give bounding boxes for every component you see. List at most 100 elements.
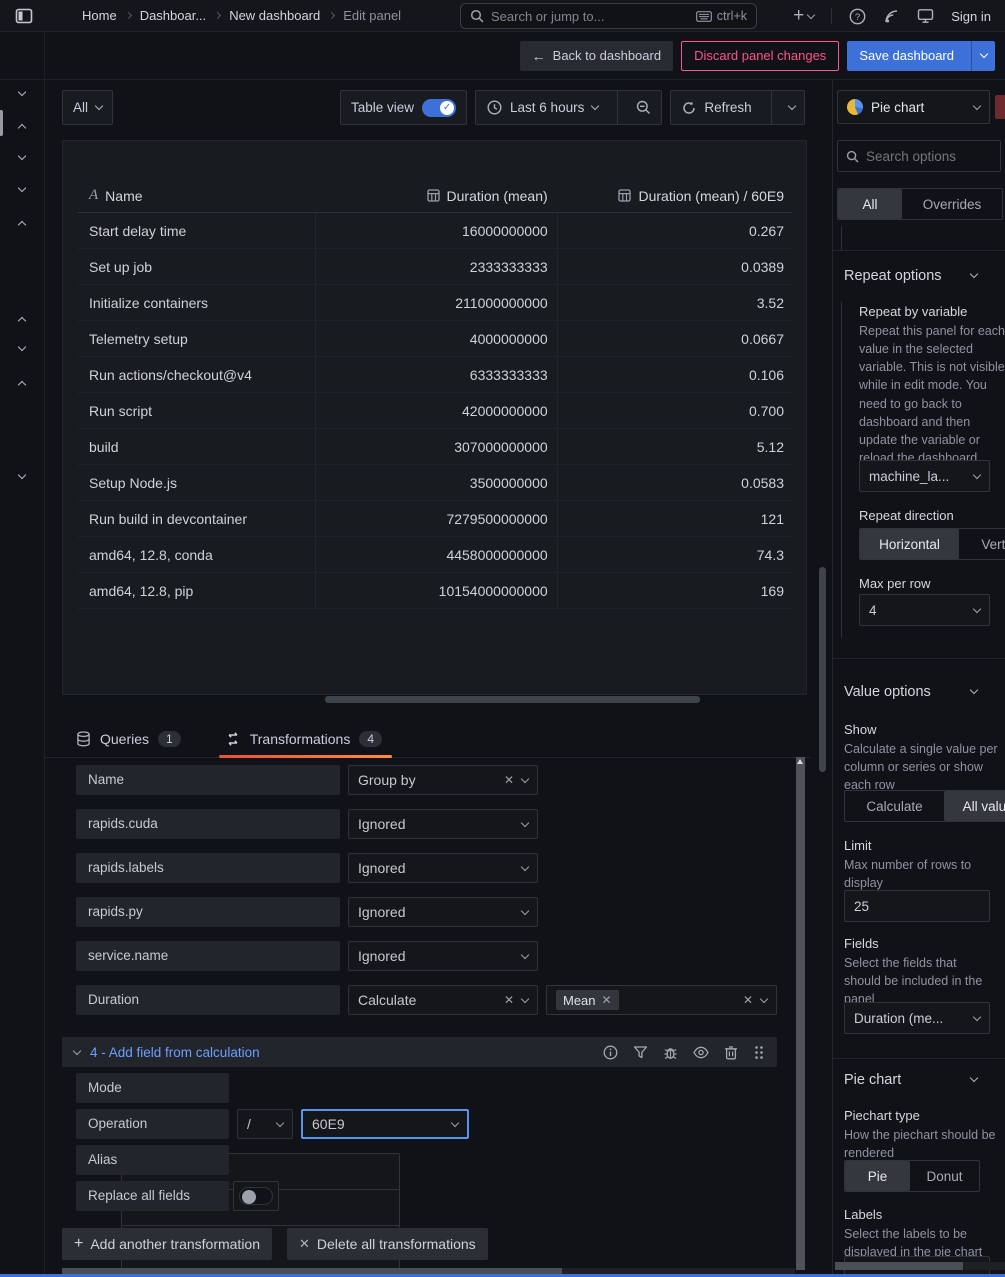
add-transformation-button[interactable]: + Add another transformation: [62, 1228, 272, 1260]
info-icon[interactable]: [603, 1045, 618, 1060]
breadcrumb-dashboards[interactable]: Dashboar...: [140, 8, 207, 23]
show-description: Calculate a single value per column or s…: [844, 740, 998, 794]
field-operation-select[interactable]: Ignored: [348, 853, 538, 883]
table-horizontal-scrollbar[interactable]: [325, 696, 700, 703]
tab-queries[interactable]: Queries 1: [76, 722, 181, 755]
clear-icon[interactable]: ✕: [743, 993, 753, 1007]
breadcrumb-new-dashboard[interactable]: New dashboard: [229, 8, 320, 23]
news-button[interactable]: [883, 8, 900, 25]
table-row[interactable]: Setup Node.js35000000000.0583: [77, 465, 792, 501]
table-view-toggle[interactable]: ✓: [422, 99, 456, 117]
rail-chevron-down-icon[interactable]: [18, 88, 26, 96]
dock-menu-icon[interactable]: [15, 7, 35, 25]
table-row[interactable]: Run build in devcontainer727950000000012…: [77, 501, 792, 537]
repeat-variable-select[interactable]: machine_la...: [859, 460, 990, 492]
rail-chevron-up-icon[interactable]: [18, 317, 26, 325]
add-new-button[interactable]: +: [793, 8, 814, 24]
clear-icon[interactable]: ✕: [504, 993, 514, 1007]
save-dashboard-menu-button[interactable]: [971, 41, 995, 71]
table-row[interactable]: build3070000000005.12: [77, 429, 792, 465]
eye-icon[interactable]: [693, 1046, 709, 1059]
rail-chevron-down-icon[interactable]: [18, 184, 26, 192]
collapse-icon[interactable]: [73, 1046, 81, 1054]
field-operation-select[interactable]: Calculate✕: [348, 985, 538, 1015]
operator-select[interactable]: /: [237, 1109, 293, 1139]
field-operation-select[interactable]: Group by✕: [348, 765, 538, 795]
column-header-duration-mean[interactable]: Duration (mean): [314, 188, 555, 204]
transformation-4-header[interactable]: 4 - Add field from calculation: [62, 1037, 777, 1067]
table-row[interactable]: Run actions/checkout@v463333333330.106: [77, 357, 792, 393]
screen-share-button[interactable]: [917, 8, 934, 24]
field-operation-select[interactable]: Ignored: [348, 941, 538, 971]
delete-all-transformations-button[interactable]: ✕ Delete all transformations: [287, 1228, 488, 1260]
direction-vertical-option[interactable]: Vertical: [959, 529, 1005, 559]
limit-input[interactable]: [844, 890, 990, 922]
fields-select[interactable]: Duration (me...: [844, 1002, 990, 1034]
table-row[interactable]: Initialize containers2110000000003.52: [77, 285, 792, 321]
global-search[interactable]: ctrl+k: [460, 3, 757, 29]
options-horizontal-scrollbar[interactable]: [835, 1262, 1005, 1270]
max-per-row-select[interactable]: 4: [859, 594, 990, 626]
calculations-multiselect[interactable]: Mean ✕✕: [546, 985, 777, 1015]
table-row[interactable]: Run script420000000000.700: [77, 393, 792, 429]
operand-right-select[interactable]: 60E9: [301, 1109, 469, 1139]
column-header-name[interactable]: A Name: [77, 187, 314, 204]
rail-chevron-down-icon[interactable]: [18, 343, 26, 351]
breadcrumb-home[interactable]: Home: [82, 8, 117, 23]
options-search[interactable]: [837, 140, 1001, 172]
section-repeat-options[interactable]: Repeat options: [844, 268, 942, 284]
edit-pane-scrollbar[interactable]: [819, 567, 826, 772]
breadcrumb-separator-icon: [125, 12, 132, 19]
debug-icon[interactable]: [663, 1045, 678, 1060]
time-range-button[interactable]: Last 6 hours: [476, 100, 609, 115]
back-to-dashboard-button[interactable]: ← Back to dashboard: [520, 41, 673, 71]
options-search-input[interactable]: [866, 149, 992, 164]
clear-icon[interactable]: ✕: [602, 993, 612, 1007]
scope-all-option[interactable]: All: [838, 189, 902, 219]
visualization-picker[interactable]: Pie chart: [837, 90, 990, 124]
direction-horizontal-option[interactable]: Horizontal: [860, 529, 959, 559]
type-donut-option[interactable]: Donut: [910, 1161, 979, 1191]
chevron-down-icon[interactable]: [970, 686, 978, 694]
rail-chevron-down-icon[interactable]: [18, 471, 26, 479]
rail-chevron-down-icon[interactable]: [18, 152, 26, 160]
sign-in-link[interactable]: Sign in: [951, 9, 991, 24]
column-header-duration-ratio[interactable]: Duration (mean) / 60E9: [556, 188, 792, 204]
filter-icon[interactable]: [633, 1045, 648, 1060]
calculation-chip[interactable]: Mean ✕: [556, 990, 619, 1010]
section-value-options[interactable]: Value options: [844, 684, 931, 700]
rail-chevron-up-icon[interactable]: [18, 381, 26, 389]
replace-all-fields-toggle[interactable]: [233, 1181, 279, 1211]
table-row[interactable]: Start delay time160000000000.267: [77, 213, 792, 249]
chevron-down-icon[interactable]: [970, 1074, 978, 1082]
refresh-button[interactable]: Refresh: [671, 100, 762, 115]
rail-chevron-up-icon[interactable]: [18, 124, 26, 132]
show-calculate-option[interactable]: Calculate: [845, 791, 944, 821]
table-row[interactable]: amd64, 12.8, pip10154000000000169: [77, 573, 792, 609]
field-operation-select[interactable]: Ignored: [348, 809, 538, 839]
template-variable-dropdown[interactable]: All: [62, 90, 113, 125]
section-pie-chart[interactable]: Pie chart: [844, 1072, 901, 1088]
trash-icon[interactable]: [724, 1045, 738, 1060]
table-row[interactable]: Set up job23333333330.0389: [77, 249, 792, 285]
table-view-label: Table view: [351, 100, 414, 115]
transformations-vertical-scrollbar[interactable]: [796, 757, 805, 1270]
clear-icon[interactable]: ✕: [504, 773, 514, 787]
help-button[interactable]: ?: [849, 8, 866, 25]
table-row[interactable]: Telemetry setup40000000000.0667: [77, 321, 792, 357]
search-input[interactable]: [491, 9, 689, 24]
chevron-down-icon[interactable]: [970, 270, 978, 278]
chevron-down-icon: [807, 10, 815, 18]
field-operation-select[interactable]: Ignored: [348, 897, 538, 927]
tab-transformations[interactable]: Transformations 4: [225, 722, 382, 755]
refresh-interval-button[interactable]: [780, 91, 804, 124]
drag-handle-icon[interactable]: [753, 1045, 765, 1060]
save-dashboard-button[interactable]: Save dashboard: [847, 41, 995, 71]
table-row[interactable]: amd64, 12.8, conda445800000000074.3: [77, 537, 792, 573]
type-pie-option[interactable]: Pie: [845, 1161, 910, 1191]
rail-chevron-up-icon[interactable]: [18, 221, 26, 229]
zoom-out-time-button[interactable]: [626, 91, 661, 124]
show-all-values-option[interactable]: All values: [944, 791, 1005, 821]
scope-overrides-option[interactable]: Overrides: [902, 189, 1002, 219]
discard-panel-changes-button[interactable]: Discard panel changes: [681, 41, 839, 71]
